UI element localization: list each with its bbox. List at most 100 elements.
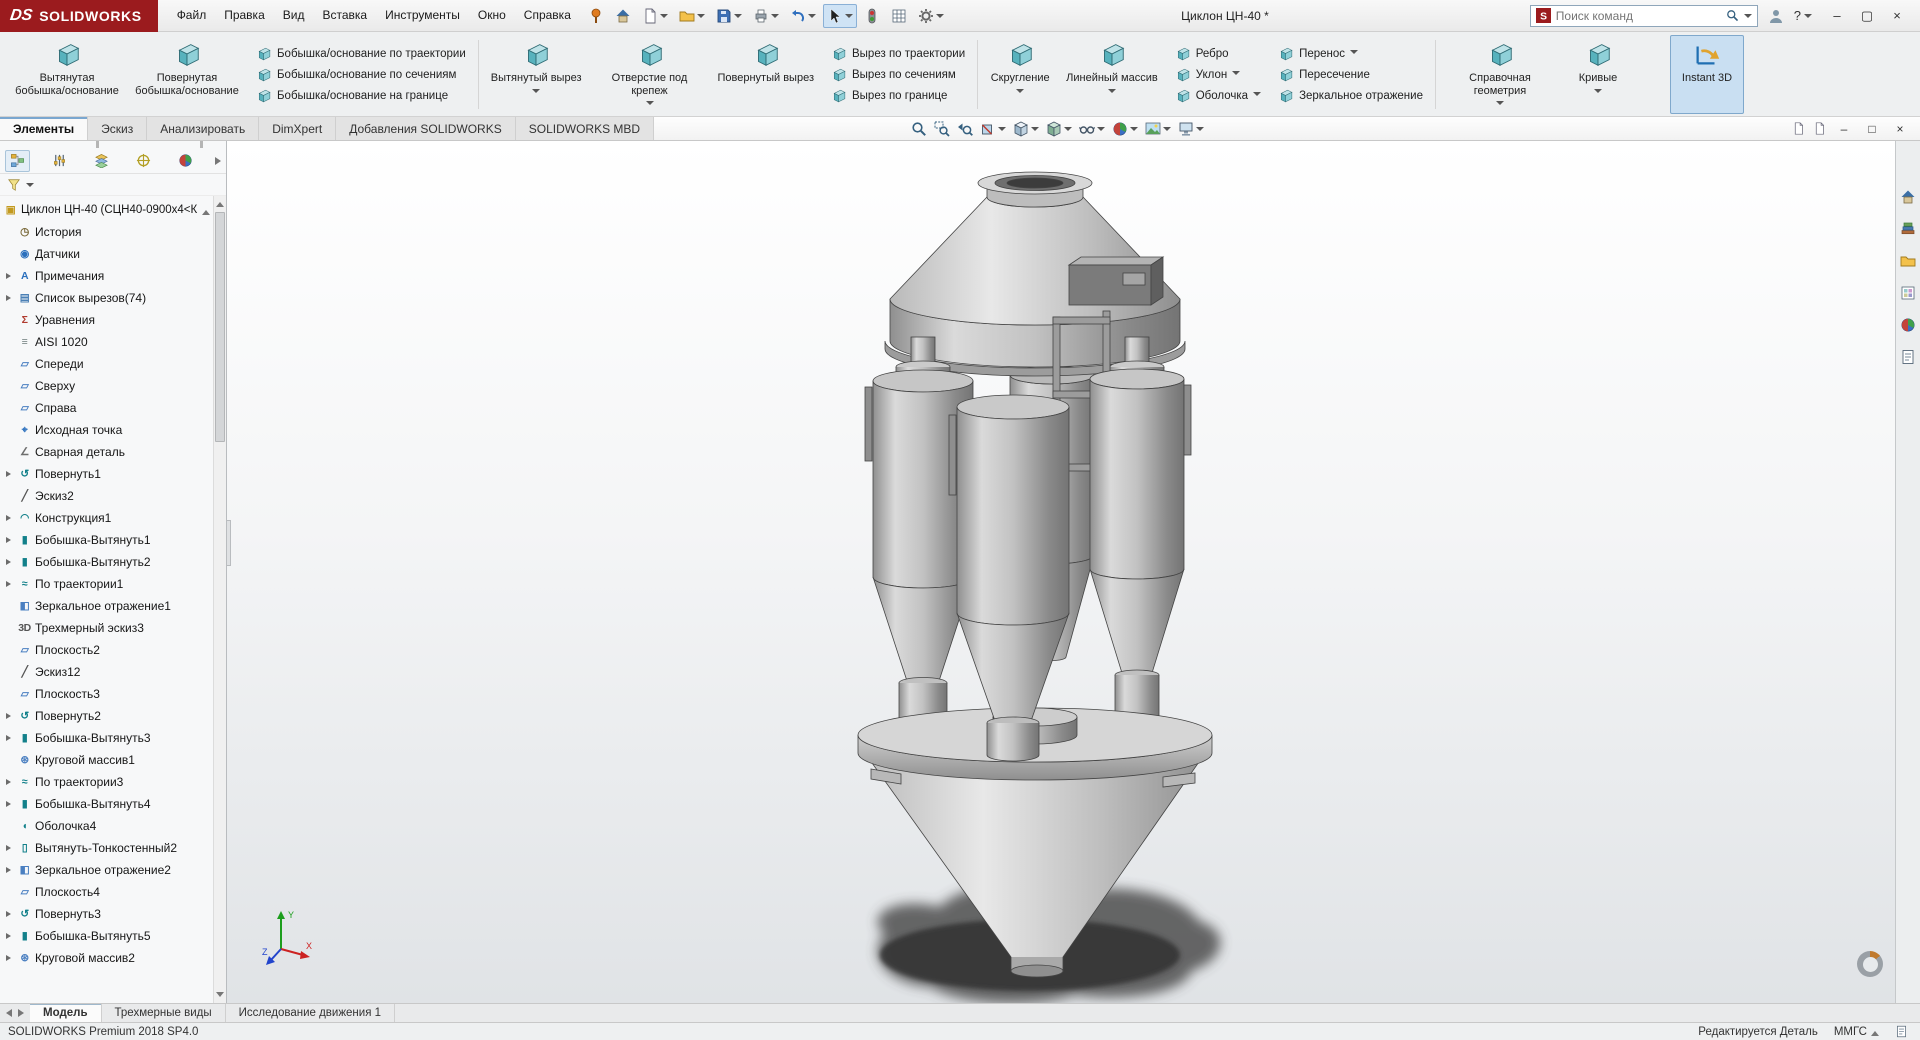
command-search[interactable] — [1530, 5, 1758, 27]
dropdown-chevron-icon[interactable] — [998, 127, 1006, 135]
previous-view-button[interactable] — [957, 121, 973, 137]
lofted-boss-button[interactable]: Бобышка/основание по сечениям — [255, 66, 466, 83]
select-button[interactable] — [823, 4, 857, 28]
extruded-boss-button[interactable]: Вытянутая бобышка/основание — [8, 35, 126, 114]
dropdown-chevron-icon[interactable] — [771, 14, 779, 22]
move-button[interactable]: Перенос — [1277, 45, 1423, 62]
zoom-to-fit-button[interactable] — [911, 121, 927, 137]
tree-item[interactable]: ∠Сварная деталь — [3, 441, 212, 463]
dimxpertmanager-tab[interactable] — [131, 150, 156, 172]
tree-item[interactable]: AПримечания — [3, 265, 212, 287]
tree-item[interactable]: ◉Датчики — [3, 243, 212, 265]
design-library-button[interactable] — [1899, 219, 1918, 238]
tree-item[interactable]: ↺Повернуть3 — [3, 903, 212, 925]
dropdown-chevron-icon[interactable] — [1253, 92, 1261, 100]
dropdown-chevron-icon[interactable] — [1196, 127, 1204, 135]
section-view-button[interactable] — [980, 121, 1006, 137]
expand-arrow-icon[interactable] — [3, 735, 14, 741]
menu-item[interactable]: Вставка — [313, 0, 376, 31]
display-grid-button[interactable] — [887, 4, 911, 28]
filter-chevron-icon[interactable] — [26, 183, 34, 191]
filter-icon[interactable] — [7, 178, 21, 192]
doc-restore-button[interactable]: □ — [1862, 118, 1882, 140]
tree-item[interactable]: ◧Зеркальное отражение2 — [3, 859, 212, 881]
curves-button[interactable]: Кривые — [1561, 35, 1635, 114]
minimize-button[interactable]: – — [1822, 1, 1852, 31]
boundary-cut-button[interactable]: Вырез по границе — [830, 87, 965, 104]
swept-cut-button[interactable]: Вырез по траектории — [830, 45, 965, 62]
tree-item[interactable]: ≈По траектории3 — [3, 771, 212, 793]
dropdown-chevron-icon[interactable] — [1594, 89, 1602, 97]
tree-item[interactable]: ◠Конструкция1 — [3, 507, 212, 529]
user-icon[interactable] — [1768, 8, 1784, 24]
pin-button[interactable] — [584, 4, 608, 28]
dropdown-chevron-icon[interactable] — [1163, 127, 1171, 135]
dropdown-chevron-icon[interactable] — [1350, 50, 1358, 58]
undo-button[interactable] — [786, 4, 820, 28]
tree-item[interactable]: ╱Эскиз2 — [3, 485, 212, 507]
tree-item[interactable]: 3DТрехмерный эскиз3 — [3, 617, 212, 639]
tree-item[interactable]: ◷История — [3, 221, 212, 243]
linear-pattern-button[interactable]: Линейный массив — [1059, 35, 1165, 114]
document-tab[interactable]: Исследование движения 1 — [226, 1004, 395, 1022]
scroll-tabs-right-icon[interactable] — [18, 1009, 24, 1017]
expand-arrow-icon[interactable] — [3, 581, 14, 587]
print-button[interactable] — [749, 4, 783, 28]
tab-sketch[interactable]: Эскиз — [88, 117, 147, 140]
file-explorer-button[interactable] — [1899, 251, 1918, 270]
dropdown-chevron-icon[interactable] — [1031, 127, 1039, 135]
expand-arrow-icon[interactable] — [3, 867, 14, 873]
panel-splitter-handle[interactable] — [0, 141, 226, 148]
tree-item[interactable]: ▱Справа — [3, 397, 212, 419]
close-button[interactable]: × — [1882, 1, 1912, 31]
tab-evaluate[interactable]: Анализировать — [147, 117, 259, 140]
doc-minimize-button[interactable]: – — [1834, 118, 1854, 140]
view-settings-button[interactable] — [1178, 121, 1204, 137]
tree-item[interactable]: ≡AISI 1020 — [3, 331, 212, 353]
display-style-button[interactable] — [1046, 121, 1072, 137]
dropdown-chevron-icon[interactable] — [1108, 89, 1116, 97]
search-icon[interactable] — [1726, 9, 1739, 22]
previous-document-icon[interactable] — [1792, 122, 1805, 135]
mirror-button[interactable]: Зеркальное отражение — [1277, 87, 1423, 104]
tree-item[interactable]: ▮Бобышка-Вытянуть4 — [3, 793, 212, 815]
dropdown-chevron-icon[interactable] — [532, 89, 540, 97]
dropdown-chevron-icon[interactable] — [1064, 127, 1072, 135]
dropdown-chevron-icon[interactable] — [734, 14, 742, 22]
scroll-up-icon[interactable] — [216, 198, 224, 207]
boundary-boss-button[interactable]: Бобышка/основание на границе — [255, 87, 466, 104]
menu-item[interactable]: Справка — [515, 0, 580, 31]
dropdown-chevron-icon[interactable] — [697, 14, 705, 22]
hide-show-items-button[interactable] — [1079, 121, 1105, 137]
dropdown-chevron-icon[interactable] — [845, 14, 853, 22]
scrollbar-thumb[interactable] — [215, 212, 225, 442]
expand-arrow-icon[interactable] — [3, 955, 14, 961]
expand-arrow-icon[interactable] — [3, 471, 14, 477]
tree-item[interactable]: ▤Список вырезов(74) — [3, 287, 212, 309]
tree-item[interactable]: ▱Сверху — [3, 375, 212, 397]
doc-close-button[interactable]: × — [1890, 118, 1910, 140]
custom-properties-button[interactable] — [1899, 347, 1918, 366]
solidworks-resources-button[interactable] — [1899, 187, 1918, 206]
search-input[interactable] — [1556, 9, 1721, 23]
dropdown-chevron-icon[interactable] — [1496, 101, 1504, 109]
tree-item[interactable]: ⌖Исходная точка — [3, 419, 212, 441]
configurationmanager-tab[interactable] — [89, 150, 114, 172]
tree-item[interactable]: ⊛Круговой массив2 — [3, 947, 212, 969]
expand-arrow-icon[interactable] — [3, 933, 14, 939]
tree-item[interactable]: ⊛Круговой массив1 — [3, 749, 212, 771]
menu-item[interactable]: Инструменты — [376, 0, 469, 31]
apply-scene-button[interactable] — [1145, 121, 1171, 137]
edit-appearance-button[interactable] — [1112, 121, 1138, 137]
panel-resize-grip[interactable] — [226, 520, 231, 566]
hole-wizard-button[interactable]: Отверстие под крепеж — [591, 35, 709, 114]
tree-item[interactable]: ▮Бобышка-Вытянуть3 — [3, 727, 212, 749]
dropdown-chevron-icon[interactable] — [1232, 71, 1240, 79]
open-button[interactable] — [675, 4, 709, 28]
tree-item[interactable]: ▱Спереди — [3, 353, 212, 375]
draft-button[interactable]: Уклон — [1174, 66, 1261, 83]
save-button[interactable] — [712, 4, 746, 28]
search-chevron-icon[interactable] — [1744, 14, 1752, 22]
maximize-button[interactable]: ▢ — [1852, 1, 1882, 31]
displaymanager-tab[interactable] — [173, 150, 198, 172]
